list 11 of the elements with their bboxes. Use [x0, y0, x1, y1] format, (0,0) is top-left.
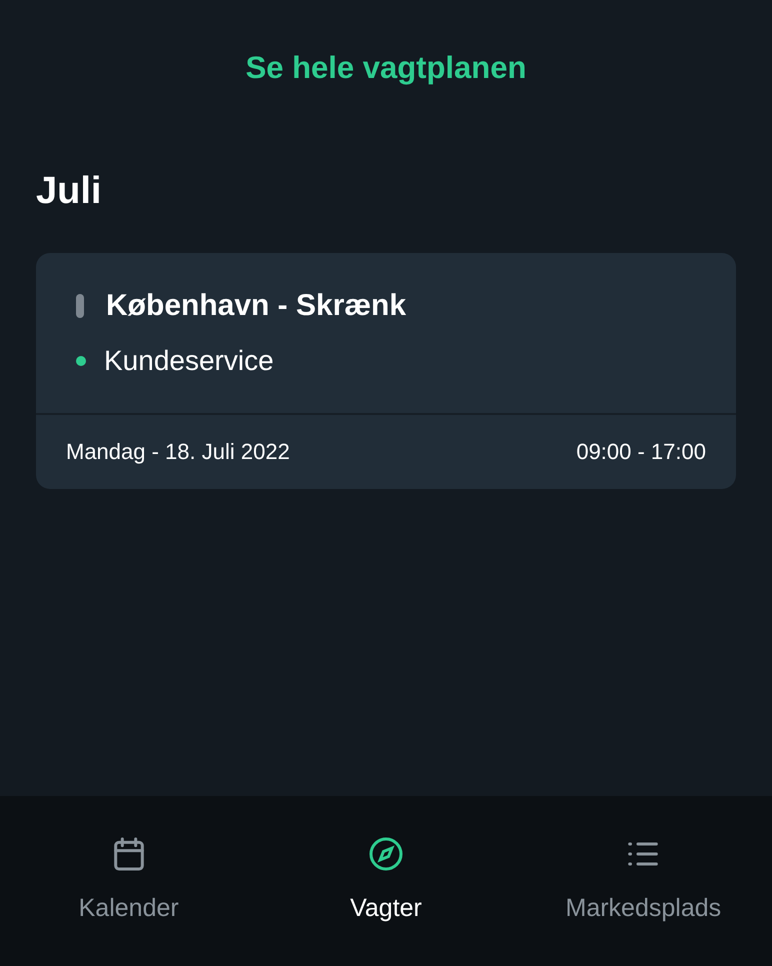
nav-tab[interactable]: Markedsplads	[514, 796, 772, 966]
shift-date: Mandag - 18. Juli 2022	[66, 439, 290, 465]
nav-tab[interactable]: Vagter	[257, 796, 515, 966]
shift-time: 09:00 - 17:00	[576, 439, 706, 465]
shift-card[interactable]: København - Skrænk Kundeservice Mandag - 18. Juli 2022 09:00 - 17:00	[36, 253, 736, 489]
month-heading: Juli	[36, 170, 102, 213]
schedule-link[interactable]: Se hele vagtplanen	[246, 50, 526, 86]
location-marker	[76, 294, 84, 318]
shift-location: København - Skrænk	[106, 289, 406, 323]
nav-tab[interactable]: Kalender	[0, 796, 258, 966]
shift-department: Kundeservice	[104, 345, 274, 377]
